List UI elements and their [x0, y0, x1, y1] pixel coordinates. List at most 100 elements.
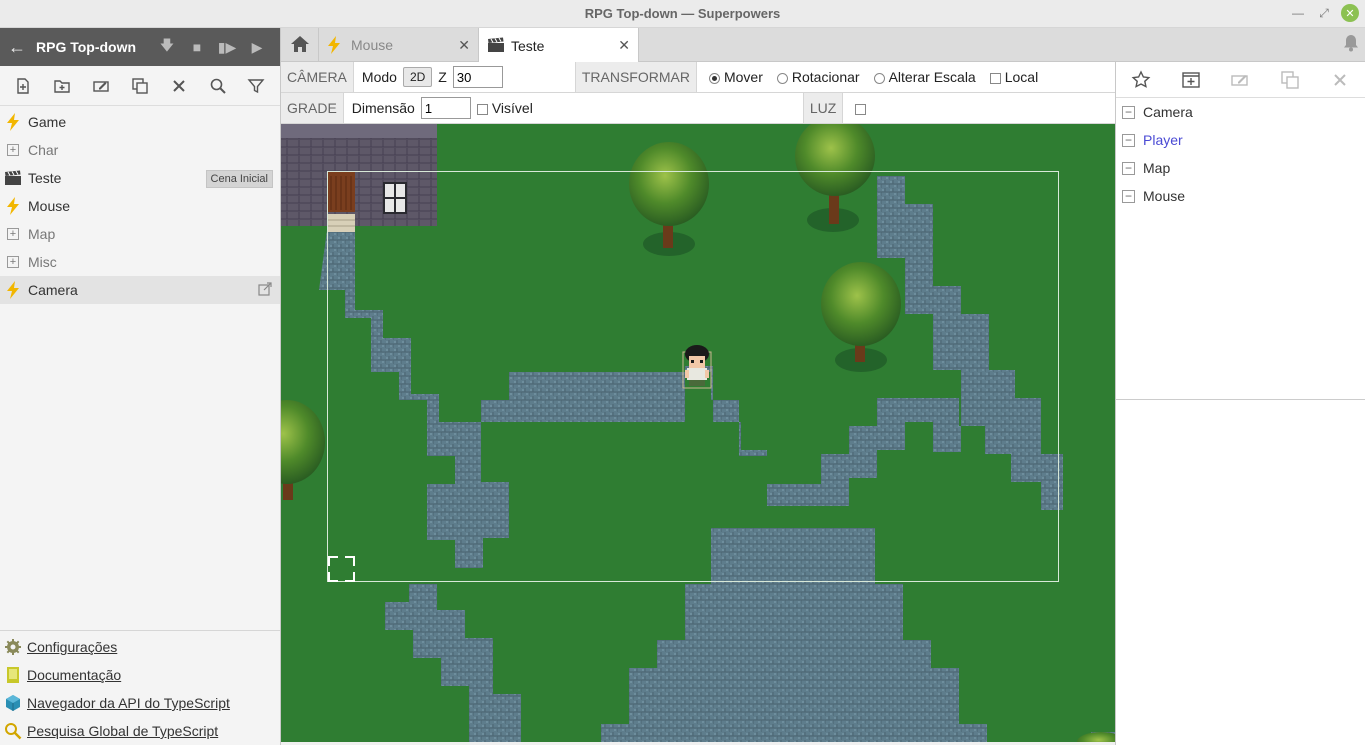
tree-item-char[interactable]: + Char — [0, 136, 280, 164]
delete-icon[interactable] — [167, 74, 191, 98]
tree-item-label: Misc — [28, 254, 57, 270]
search-icon[interactable] — [206, 74, 230, 98]
stop-icon[interactable]: ■ — [182, 39, 212, 55]
close-tab-icon[interactable]: ✕ — [618, 37, 630, 54]
project-sidebar: ← RPG Top-down 🡇 ■ ▮▶ ▶ Game + Char Test… — [0, 28, 281, 745]
local-checkbox[interactable]: Local — [989, 69, 1038, 85]
close-tab-icon[interactable]: ✕ — [458, 37, 470, 54]
expand-plus-icon[interactable]: + — [4, 225, 22, 243]
settings-link[interactable]: Configurações — [0, 633, 280, 661]
tree-item-misc[interactable]: + Misc — [0, 248, 280, 276]
bolt-icon — [4, 197, 22, 215]
light-section-label: LUZ — [802, 93, 844, 123]
global-search-link[interactable]: Pesquisa Global de TypeScript — [0, 717, 280, 745]
filter-icon[interactable] — [244, 74, 268, 98]
expand-plus-icon[interactable]: + — [4, 253, 22, 271]
collapse-minus-icon[interactable]: − — [1122, 133, 1135, 147]
scene-viewport[interactable] — [281, 124, 1115, 742]
actor-item-player[interactable]: − Player — [1116, 126, 1365, 154]
magnifier-icon — [4, 722, 22, 740]
minimize-icon[interactable]: — — [1289, 4, 1307, 22]
tree-item-label: Char — [28, 142, 59, 158]
step-play-icon[interactable]: ▮▶ — [212, 39, 242, 56]
bell-icon[interactable] — [1343, 34, 1359, 55]
tree-item-camera[interactable]: Camera — [0, 276, 280, 304]
z-input[interactable] — [452, 66, 503, 88]
global-search-link-label[interactable]: Pesquisa Global de TypeScript — [27, 723, 218, 739]
tree-item-label: Camera — [28, 282, 78, 298]
scale-radio[interactable]: Alterar Escala — [873, 69, 976, 85]
back-arrow-icon[interactable]: ← — [8, 37, 36, 58]
new-component-icon[interactable] — [1179, 68, 1203, 92]
bolt-icon — [327, 36, 345, 54]
checkbox-box[interactable] — [476, 103, 488, 115]
play-icon[interactable]: ▶ — [242, 39, 272, 56]
actor-item-camera[interactable]: − Camera — [1116, 98, 1365, 126]
panel-divider[interactable] — [1116, 399, 1365, 400]
new-folder-icon[interactable] — [50, 74, 74, 98]
actor-label: Mouse — [1143, 188, 1186, 204]
restore-icon[interactable]: ⤢ — [1315, 4, 1333, 22]
download-icon[interactable]: 🡇 — [152, 35, 182, 59]
actor-item-mouse[interactable]: − Mouse — [1116, 182, 1365, 210]
radio-dot[interactable] — [776, 72, 788, 84]
documentation-link[interactable]: Documentação — [0, 661, 280, 689]
checkbox-box[interactable] — [989, 72, 1001, 84]
rename-actor-icon[interactable] — [1228, 68, 1252, 92]
tree-item-mouse[interactable]: Mouse — [0, 192, 280, 220]
actor-label: Camera — [1143, 104, 1193, 120]
mode-label: Modo — [361, 69, 397, 85]
tree-item-label: Mouse — [28, 198, 71, 214]
open-external-icon[interactable] — [258, 282, 272, 299]
expand-plus-icon[interactable]: + — [4, 141, 22, 159]
rename-icon[interactable] — [89, 74, 113, 98]
delete-actor-icon[interactable] — [1328, 68, 1352, 92]
duplicate-actor-icon[interactable] — [1278, 68, 1302, 92]
tree-item-game[interactable]: Game — [0, 108, 280, 136]
tree-item-teste[interactable]: Teste Cena Inicial — [0, 164, 280, 192]
tree-item-label: Teste — [28, 170, 62, 186]
new-asset-icon[interactable] — [11, 74, 35, 98]
asset-tree: Game + Char Teste Cena Inicial Mouse + M… — [0, 106, 280, 304]
window-titlebar: RPG Top-down — Superpowers — ⤢ ✕ — [0, 0, 1365, 28]
radio-dot[interactable] — [708, 72, 720, 84]
documentation-link-label[interactable]: Documentação — [27, 667, 121, 683]
settings-link-label[interactable]: Configurações — [27, 639, 117, 655]
book-icon — [4, 666, 22, 684]
collapse-minus-icon[interactable]: − — [1122, 161, 1135, 175]
collapse-minus-icon[interactable]: − — [1122, 189, 1135, 203]
tab-label: Mouse — [351, 37, 394, 53]
actor-label: Map — [1143, 160, 1171, 176]
api-browser-link[interactable]: Navegador da API do TypeScript — [0, 689, 280, 717]
mode-2d-button[interactable]: 2D — [402, 67, 433, 87]
dimension-input[interactable] — [420, 97, 471, 119]
collapse-minus-icon[interactable]: − — [1122, 105, 1135, 119]
camera-section-label: CÂMERA — [281, 62, 354, 92]
new-actor-icon[interactable] — [1129, 68, 1153, 92]
camera-transform-bar: CÂMERA Modo 2D Z TRANSFORMAR Mover Rotac… — [281, 62, 1115, 93]
actor-item-map[interactable]: − Map — [1116, 154, 1365, 182]
grid-visible-checkbox[interactable]: Visível — [476, 100, 533, 116]
window-title: RPG Top-down — Superpowers — [584, 6, 781, 21]
home-tab[interactable] — [281, 28, 319, 62]
actor-panel: − Camera − Player − Map − Mouse — [1115, 62, 1365, 745]
rotate-radio[interactable]: Rotacionar — [776, 69, 860, 85]
house-sprite — [281, 124, 437, 232]
api-browser-link-label[interactable]: Navegador da API do TypeScript — [27, 695, 230, 711]
move-label: Mover — [723, 69, 763, 85]
tab-teste[interactable]: Teste ✕ — [479, 28, 639, 63]
radio-dot[interactable] — [873, 72, 885, 84]
move-radio[interactable]: Mover — [708, 69, 763, 85]
tab-mouse[interactable]: Mouse ✕ — [319, 28, 479, 62]
grid-section-label: GRADE — [281, 93, 344, 123]
project-name: RPG Top-down — [36, 39, 137, 55]
clapperboard-icon — [4, 169, 22, 187]
duplicate-icon[interactable] — [128, 74, 152, 98]
close-icon[interactable]: ✕ — [1341, 4, 1359, 22]
tree-item-map[interactable]: + Map — [0, 220, 280, 248]
tree-item-label: Game — [28, 114, 67, 130]
light-checkbox[interactable] — [855, 103, 867, 115]
starting-scene-badge: Cena Inicial — [205, 170, 273, 188]
rotate-label: Rotacionar — [791, 69, 860, 85]
asset-toolbar — [0, 66, 280, 106]
